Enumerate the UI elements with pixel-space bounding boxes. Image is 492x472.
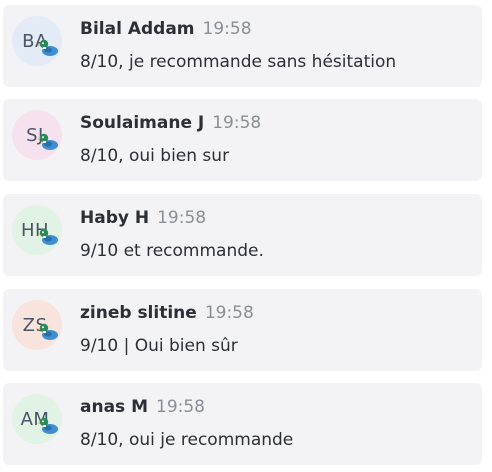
- message-text: 8/10, je recommande sans hésitation: [80, 52, 397, 72]
- message-list: BA Bilal Addam 19:58 8/10, je recommande …: [0, 0, 492, 472]
- message-text: 8/10, oui bien sur: [80, 146, 230, 166]
- timestamp: 19:58: [212, 113, 262, 133]
- message-card[interactable]: ZS zineb slitine 19:58 9/10 | Oui bien sû…: [3, 289, 482, 371]
- author-name: Soulaimane J 19:58: [80, 113, 261, 133]
- message-card[interactable]: SJ Soulaimane J 19:58 8/10, oui bien sur: [3, 99, 482, 181]
- author-label: Soulaimane J: [80, 113, 205, 133]
- author-name: anas M 19:58: [80, 397, 205, 417]
- timestamp: 19:58: [202, 19, 252, 39]
- author-label: anas M: [80, 397, 148, 417]
- duck-badge-icon: [38, 228, 58, 245]
- message-card[interactable]: HH Haby H 19:58 9/10 et recommande.: [3, 194, 482, 276]
- timestamp: 19:58: [204, 303, 254, 323]
- author-label: Bilal Addam: [80, 19, 195, 39]
- author-label: zineb slitine: [80, 303, 197, 323]
- author-name: zineb slitine 19:58: [80, 303, 254, 323]
- message-card[interactable]: BA Bilal Addam 19:58 8/10, je recommande …: [3, 5, 482, 87]
- message-text: 8/10, oui je recommande: [80, 430, 294, 450]
- timestamp: 19:58: [157, 208, 207, 228]
- message-card[interactable]: AM anas M 19:58 8/10, oui je recommande: [3, 383, 482, 465]
- message-text: 9/10 | Oui bien sûr: [80, 336, 238, 356]
- duck-badge-icon: [38, 133, 58, 150]
- duck-badge-icon: [38, 323, 58, 340]
- duck-badge-icon: [38, 417, 58, 434]
- timestamp: 19:58: [156, 397, 205, 417]
- author-name: Bilal Addam 19:58: [80, 19, 252, 39]
- author-name: Haby H 19:58: [80, 208, 206, 228]
- duck-badge-icon: [38, 39, 58, 56]
- author-label: Haby H: [80, 208, 150, 228]
- message-text: 9/10 et recommande.: [80, 241, 264, 261]
